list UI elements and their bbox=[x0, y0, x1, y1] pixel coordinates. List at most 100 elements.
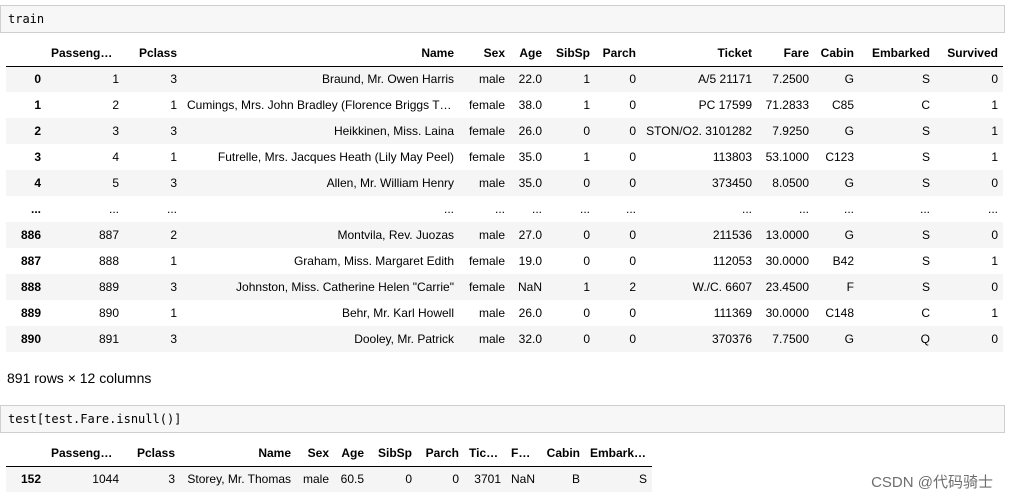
table-cell: male bbox=[478, 306, 505, 320]
table-cell: female bbox=[468, 98, 505, 112]
table-cell: 0 bbox=[583, 176, 590, 190]
column-header: SibSp bbox=[369, 440, 417, 467]
row-index: 2 bbox=[34, 124, 41, 138]
table-cell: 1 bbox=[583, 72, 590, 87]
column-header: Ticket bbox=[641, 40, 757, 67]
table-cell: 27.0 bbox=[518, 228, 542, 242]
column-header: Sex bbox=[459, 40, 510, 67]
table-cell: 32.0 bbox=[518, 332, 542, 346]
table-row: 0 1 3 Braund, Mr. Owen Harris male 22.0 1 0 A/5 … bbox=[6, 66, 1003, 92]
table-row: 1 2 1 Cumings, Mrs. John Bradley (Florence … bbox=[6, 92, 1003, 118]
table-cell: 0 bbox=[629, 228, 636, 242]
table-cell: female bbox=[468, 150, 505, 164]
table-cell: male bbox=[478, 72, 505, 87]
table-cell: 1 bbox=[991, 254, 998, 268]
table-row: 886 887 2 Montvila, Rev. Juozas male 27.0 0 0 21… bbox=[6, 222, 1003, 248]
row-index: 1 bbox=[34, 98, 41, 112]
table-cell: 60.5 bbox=[340, 472, 364, 487]
table-cell: 1 bbox=[991, 98, 998, 112]
table-cell: male bbox=[478, 228, 505, 242]
column-header: Name bbox=[182, 40, 459, 67]
table-cell: 1 bbox=[170, 98, 177, 112]
table-cell: 35.0 bbox=[518, 150, 542, 164]
table-cell: 71.2833 bbox=[765, 98, 809, 112]
table-row: 2 3 3 Heikkinen, Miss. Laina female 26.0 0 0 STO… bbox=[6, 118, 1003, 144]
table-cell: 1 bbox=[991, 306, 998, 320]
table-cell: C85 bbox=[831, 98, 854, 112]
table-cell: S bbox=[921, 72, 930, 87]
table-row: 152 1044 3 Storey, Mr. Thomas male 60.5 0 0 3701… bbox=[6, 466, 652, 492]
csdn-watermark: CSDN @代码骑士 bbox=[871, 474, 993, 491]
table-cell: 0 bbox=[452, 472, 459, 487]
table-cell: ... bbox=[741, 202, 752, 216]
column-header: Pclass bbox=[124, 440, 180, 467]
test-dataframe: PassengerId Pclass Name Sex Age SibSp Parch Tic… bbox=[6, 440, 652, 492]
table-cell: 1 bbox=[583, 280, 590, 294]
table-cell: 889 bbox=[98, 280, 119, 294]
table-cell: G bbox=[844, 72, 854, 87]
table-header-row: PassengerId Pclass Name Sex Age SibSp Parch Tic… bbox=[6, 40, 1003, 67]
column-header: Pclass bbox=[124, 40, 182, 67]
table-cell: female bbox=[468, 124, 505, 138]
code-cell-input[interactable]: test[test.Fare.isnull()] bbox=[0, 405, 1005, 433]
table-cell: S bbox=[921, 280, 930, 294]
table-cell: 0 bbox=[991, 228, 998, 242]
table-cell: NaN bbox=[517, 280, 542, 294]
table-cell: Johnston, Miss. Catherine Helen "Carrie" bbox=[236, 280, 454, 294]
table-row: 4 5 3 Allen, Mr. William Henry male 35.0 0 0 373… bbox=[6, 170, 1003, 196]
table-cell: ... bbox=[843, 202, 854, 216]
table-cell: 2 bbox=[112, 98, 119, 112]
table-cell: STON/O2. 3101282 bbox=[646, 124, 752, 138]
table-cell: 1 bbox=[991, 150, 998, 164]
table-cell: G bbox=[844, 124, 854, 138]
table-cell: 35.0 bbox=[518, 176, 542, 190]
table-cell: 3 bbox=[170, 176, 177, 190]
table-cell: 1 bbox=[170, 150, 177, 164]
table-cell: ... bbox=[625, 202, 636, 216]
table-cell: 22.0 bbox=[518, 72, 542, 87]
train-dataframe: PassengerId Pclass Name Sex Age SibSp Parch Tic… bbox=[6, 40, 1003, 352]
row-index: 886 bbox=[20, 228, 41, 242]
table-cell: B bbox=[571, 472, 580, 487]
table-cell: ... bbox=[798, 202, 809, 216]
table-cell: 0 bbox=[991, 72, 998, 87]
column-header: Cabin bbox=[814, 40, 859, 67]
table-cell: S bbox=[921, 228, 930, 242]
table-cell: 0 bbox=[629, 124, 636, 138]
row-index: 3 bbox=[34, 150, 41, 164]
table-cell: 0 bbox=[629, 332, 636, 346]
table-cell: 30.0000 bbox=[765, 254, 809, 268]
index-header bbox=[6, 440, 46, 467]
row-index: 152 bbox=[20, 472, 41, 487]
table-cell: ... bbox=[919, 202, 930, 216]
table-cell: ... bbox=[108, 202, 119, 216]
table-cell: NaN bbox=[511, 472, 536, 487]
table-cell: ... bbox=[987, 202, 998, 216]
table-cell: S bbox=[921, 176, 930, 190]
table-cell: 8.0500 bbox=[772, 176, 809, 190]
table-cell: 0 bbox=[629, 72, 636, 87]
table-cell: A/5 21171 bbox=[698, 72, 752, 87]
table-cell: Braund, Mr. Owen Harris bbox=[321, 72, 454, 87]
table-cell: 1 bbox=[170, 306, 177, 320]
table-cell: 0 bbox=[629, 176, 636, 190]
column-header: Sex bbox=[296, 440, 334, 467]
row-index: 887 bbox=[20, 254, 41, 268]
table-cell: 887 bbox=[98, 228, 119, 242]
table-cell: 1 bbox=[112, 72, 119, 87]
table-cell: ... bbox=[531, 202, 542, 216]
table-cell: 0 bbox=[583, 254, 590, 268]
table-cell: 1 bbox=[583, 98, 590, 112]
table-cell: 19.0 bbox=[518, 254, 542, 268]
table-row: 3 4 1 Futrelle, Mrs. Jacques Heath (Lily Ma… bbox=[6, 144, 1003, 170]
code-cell-input[interactable]: train bbox=[0, 5, 1005, 33]
column-header: Parch bbox=[417, 440, 464, 467]
table-cell: 0 bbox=[583, 332, 590, 346]
table-cell: Dooley, Mr. Patrick bbox=[354, 332, 454, 346]
table-cell: 0 bbox=[629, 306, 636, 320]
column-header: Name bbox=[180, 440, 296, 467]
table-cell: 370376 bbox=[711, 332, 752, 346]
table-cell: 5 bbox=[112, 176, 119, 190]
table-cell: 4 bbox=[112, 150, 119, 164]
table-cell: W./C. 6607 bbox=[692, 280, 752, 294]
